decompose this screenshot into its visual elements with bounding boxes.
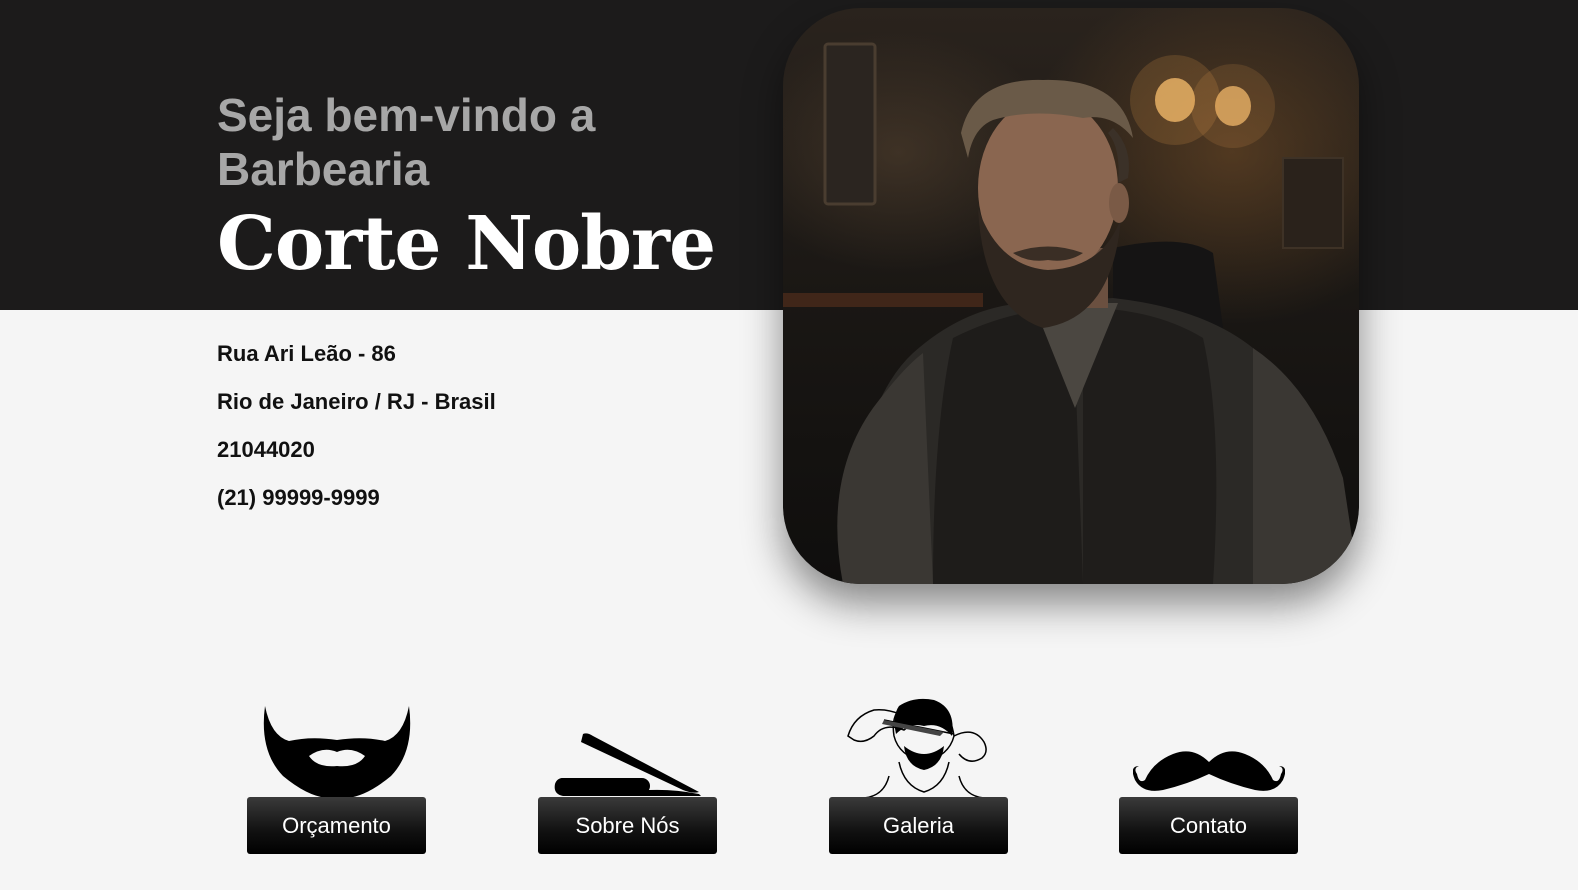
welcome-heading: Seja bem-vindo a Barbearia	[217, 89, 596, 195]
address-phone: (21) 99999-9999	[217, 485, 380, 510]
service-galeria: Galeria	[829, 690, 1009, 860]
service-contato: Contato	[1119, 690, 1299, 860]
mustache-icon	[1119, 690, 1299, 798]
orcamento-button[interactable]: Orçamento	[247, 797, 426, 854]
haircut-icon	[829, 690, 1009, 798]
hero-text: Seja bem-vindo a Barbearia Corte Nobre	[217, 88, 737, 290]
address-block: Rua Ari Leão - 86 Rio de Janeiro / RJ - …	[217, 330, 496, 522]
services-row: Orçamento Sobre Nós Galeria Contato	[0, 690, 1578, 870]
address-street: Rua Ari Leão - 86	[217, 341, 396, 366]
address-city: Rio de Janeiro / RJ - Brasil	[217, 389, 496, 414]
galeria-button[interactable]: Galeria	[829, 797, 1008, 854]
beard-icon	[247, 690, 427, 798]
address-zip: 21044020	[217, 437, 315, 462]
contato-button[interactable]: Contato	[1119, 797, 1298, 854]
brand-title: Corte Nobre	[217, 201, 716, 287]
service-orcamento: Orçamento	[247, 690, 427, 860]
service-sobre-nos: Sobre Nós	[538, 690, 718, 860]
straight-razor-icon	[538, 690, 718, 798]
barber-hero-photo	[783, 8, 1359, 584]
sobre-nos-button[interactable]: Sobre Nós	[538, 797, 717, 854]
